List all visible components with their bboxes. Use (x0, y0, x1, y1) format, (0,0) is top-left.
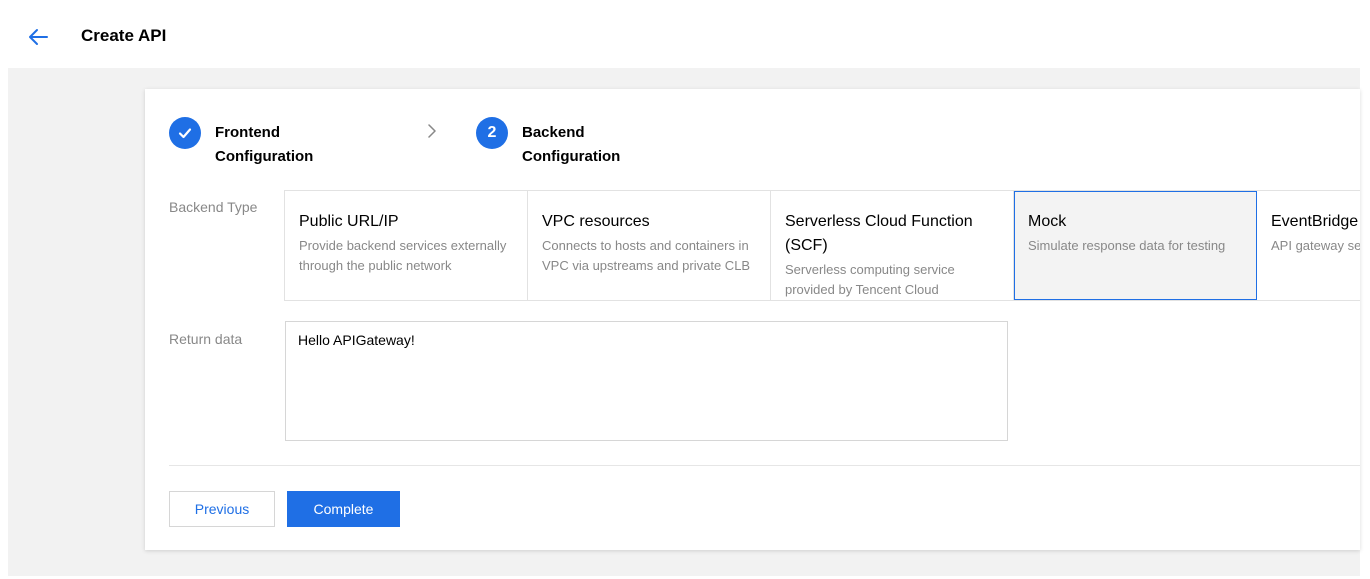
divider (169, 465, 1360, 466)
card-desc: API gateway set entry (1271, 238, 1360, 253)
back-arrow-icon[interactable] (28, 28, 48, 46)
backend-type-vpc[interactable]: VPC resources Connects to hosts and cont… (528, 191, 771, 300)
backend-type-public-url[interactable]: Public URL/IP Provide backend services e… (285, 191, 528, 300)
top-bar: Create API (8, 8, 1360, 68)
check-icon (178, 128, 192, 139)
card-desc: Connects to hosts and containers in VPC … (542, 238, 751, 273)
return-data-input[interactable]: Hello APIGateway! (285, 321, 1008, 441)
backend-type-eventbridge[interactable]: EventBridge API gateway set entry (1257, 191, 1360, 300)
backend-type-selector: Public URL/IP Provide backend services e… (284, 190, 1360, 301)
card-desc: Simulate response data for testing (1028, 238, 1226, 253)
chevron-right-icon (428, 124, 436, 138)
complete-button[interactable]: Complete (287, 491, 400, 527)
step-done-circle (169, 117, 201, 149)
previous-button[interactable]: Previous (169, 491, 275, 527)
step-label-frontend: Frontend Configuration (215, 124, 314, 165)
card-title: Mock (1028, 213, 1067, 230)
card-title: Public URL/IP (299, 213, 399, 230)
card-title: VPC resources (542, 213, 650, 230)
backend-type-scf[interactable]: Serverless Cloud Function (SCF) Serverle… (771, 191, 1014, 300)
content-area: Frontend Configuration 2 Backend Configu… (8, 68, 1360, 576)
return-data-label: Return data (169, 331, 243, 347)
card-title: Serverless Cloud Function (SCF) (785, 213, 973, 254)
backend-config-panel: Frontend Configuration 2 Backend Configu… (145, 89, 1360, 550)
card-desc: Provide backend services externally thro… (299, 238, 507, 273)
page-title: Create API (81, 26, 167, 45)
backend-type-mock[interactable]: Mock Simulate response data for testing (1014, 191, 1257, 300)
step-label-backend: Backend Configuration (522, 124, 621, 165)
step-number-circle: 2 (476, 117, 508, 149)
card-title: EventBridge (1271, 213, 1359, 230)
backend-type-label: Backend Type (169, 199, 258, 215)
card-desc: Serverless computing service provided by… (785, 262, 955, 297)
